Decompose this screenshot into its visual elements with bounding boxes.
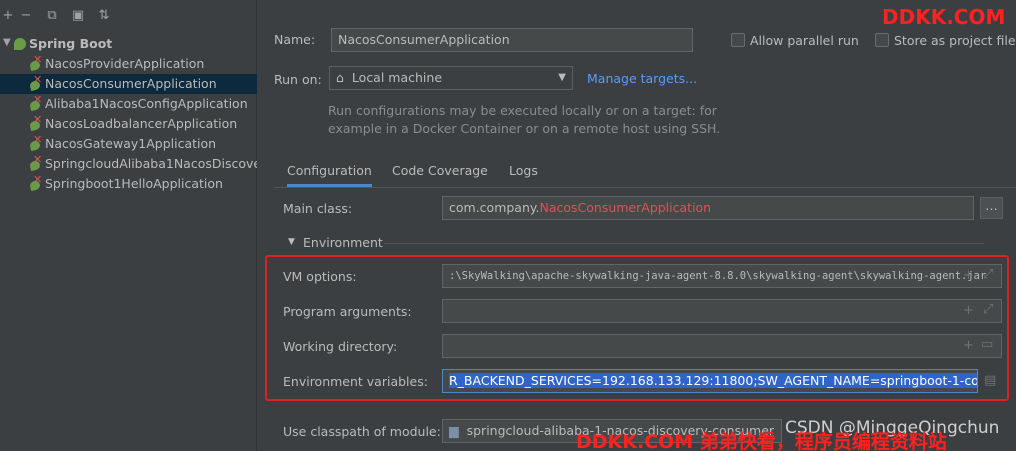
tree-item-label: Alibaba1NacosConfigApplication — [45, 96, 248, 111]
spring-boot-icon — [14, 38, 26, 50]
tree-item[interactable]: ✕ NacosGateway1Application — [0, 134, 257, 154]
spring-boot-config-icon: ✕ — [29, 54, 43, 72]
tree-item-label: NacosGateway1Application — [45, 136, 217, 151]
run-target-hint: Run configurations may be executed local… — [328, 102, 720, 138]
run-on-label: Run on: — [274, 72, 322, 87]
allow-parallel-label: Allow parallel run — [750, 33, 859, 48]
name-input[interactable]: NacosConsumerApplication — [331, 28, 693, 52]
manage-targets-link[interactable]: Manage targets... — [587, 71, 697, 86]
tree-item[interactable]: ✕ Alibaba1NacosConfigApplication — [0, 94, 257, 114]
spring-boot-config-icon: ✕ — [29, 134, 43, 152]
browse-main-class-button[interactable]: … — [980, 197, 1003, 219]
add-icon[interactable]: + — [0, 8, 16, 24]
tree-root-spring-boot[interactable]: ▼ Spring Boot — [0, 34, 257, 54]
highlight-box — [265, 255, 1009, 401]
collapse-arrow-icon[interactable]: ▼ — [288, 237, 295, 247]
spring-boot-config-icon: ✕ — [29, 74, 43, 92]
tree-item[interactable]: ✕ NacosLoadbalancerApplication — [0, 114, 257, 134]
spring-boot-config-icon: ✕ — [29, 94, 43, 112]
copy-icon[interactable]: ⧉ — [44, 8, 60, 24]
expand-arrow-icon[interactable]: ▼ — [3, 37, 11, 48]
tree-item[interactable]: ✕ SpringcloudAlibaba1NacosDiscovery — [0, 154, 257, 174]
spring-boot-config-icon: ✕ — [29, 114, 43, 132]
tab-code-coverage[interactable]: Code Coverage — [392, 160, 488, 187]
spring-boot-config-icon: ✕ — [29, 154, 43, 172]
store-project-label: Store as project file — [894, 33, 1016, 48]
tree-item[interactable]: ✕ NacosProviderApplication — [0, 54, 257, 74]
classpath-module-label: Use classpath of module: — [283, 424, 441, 439]
tree-item-label: Springboot1HelloApplication — [45, 176, 223, 191]
tree-item-label: SpringcloudAlibaba1NacosDiscovery — [45, 156, 257, 171]
main-class-input[interactable]: com.company.NacosConsumerApplication — [442, 196, 974, 220]
module-folder-icon: ▆ — [449, 423, 459, 438]
home-icon: ⌂ — [336, 70, 344, 85]
folder-add-icon[interactable]: ▣ — [70, 8, 86, 24]
sort-icon[interactable]: ⇅ — [96, 8, 112, 24]
main-class-name: NacosConsumerApplication — [539, 200, 712, 215]
tab-configuration[interactable]: Configuration — [287, 160, 372, 187]
tree-item-label: NacosConsumerApplication — [45, 76, 217, 91]
main-class-label: Main class: — [283, 201, 353, 216]
tree-item[interactable]: ✕ Springboot1HelloApplication — [0, 174, 257, 194]
hint-line-2: example in a Docker Container or on a re… — [328, 121, 721, 136]
allow-parallel-checkbox[interactable] — [731, 33, 745, 47]
chevron-down-icon: ▼ — [558, 72, 566, 83]
tree-root-label: Spring Boot — [29, 36, 113, 51]
tree-item[interactable]: ✕ NacosConsumerApplication — [0, 74, 257, 94]
tab-logs[interactable]: Logs — [509, 160, 538, 187]
store-project-checkbox[interactable] — [875, 33, 889, 47]
main-class-prefix: com.company. — [449, 200, 540, 215]
run-config-tree-panel: + − ⧉ ▣ ⇅ ▼ Spring Boot ✕ NacosProviderAp… — [0, 0, 257, 451]
tree-item-label: NacosProviderApplication — [45, 56, 205, 71]
watermark-bottom: DDKK.COM 弟弟快看，程序员编程资料站 — [576, 431, 947, 451]
environment-section-label: Environment — [303, 235, 383, 250]
tree-item-label: NacosLoadbalancerApplication — [45, 116, 238, 131]
remove-icon[interactable]: − — [18, 8, 34, 24]
spring-boot-config-icon: ✕ — [29, 174, 43, 192]
environment-divider — [384, 243, 984, 244]
hint-line-1: Run configurations may be executed local… — [328, 103, 717, 118]
name-label: Name: — [274, 32, 316, 47]
run-on-select[interactable]: ⌂ Local machine ▼ — [329, 66, 573, 90]
run-on-value: Local machine — [351, 70, 443, 85]
tree-toolbar: + − ⧉ ▣ ⇅ — [0, 8, 257, 26]
watermark-top: DDKK.COM — [882, 5, 1006, 29]
